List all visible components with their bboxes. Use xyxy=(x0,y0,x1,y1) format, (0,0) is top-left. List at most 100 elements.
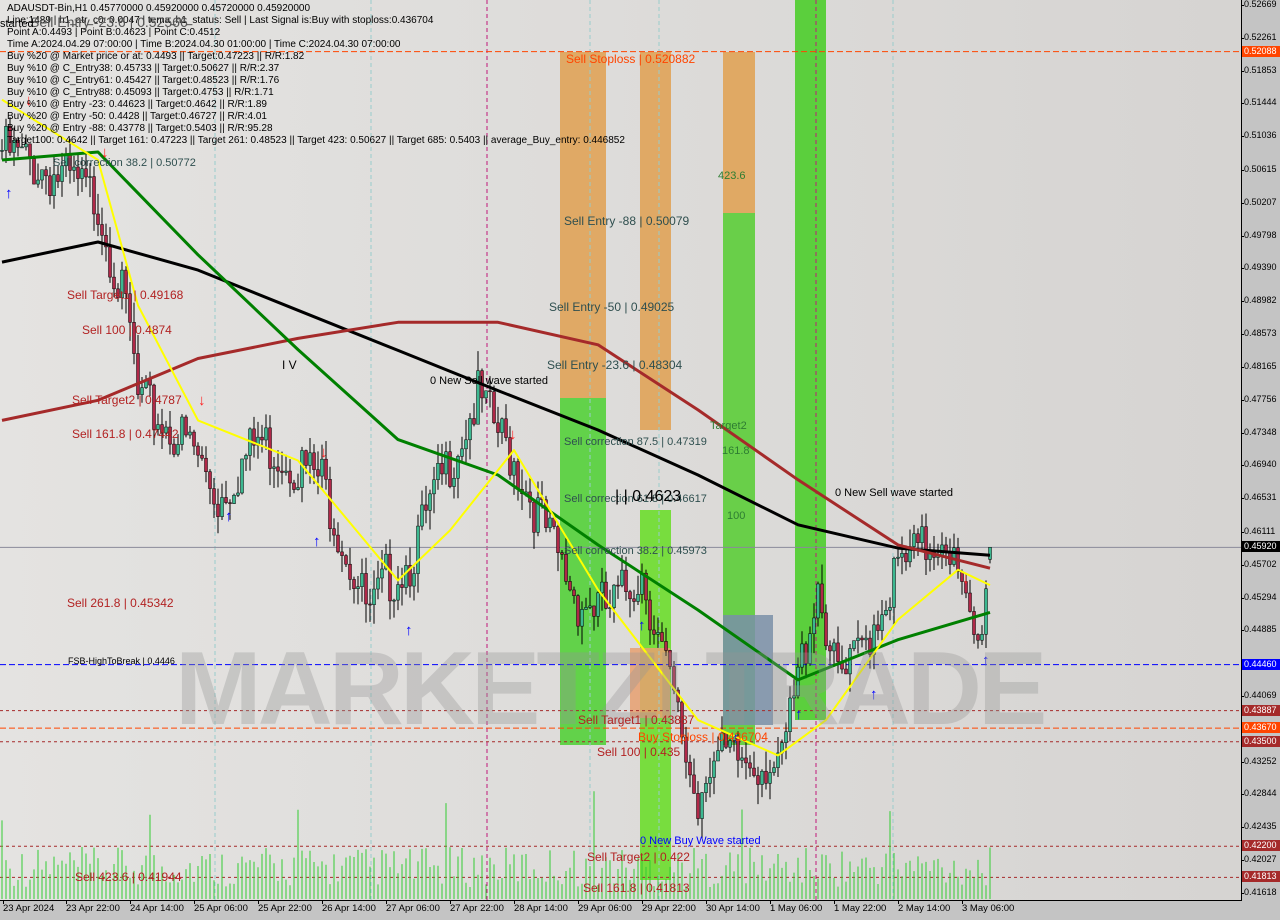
price-tick-label: 0.44069 xyxy=(1241,690,1277,701)
bearish-candle xyxy=(276,466,280,472)
bearish-candle xyxy=(304,450,308,466)
sell-arrow-icon: ↓ xyxy=(198,392,206,409)
chart-annotation-label: Sell 261.8 | 0.45342 xyxy=(67,596,174,610)
bearish-candle xyxy=(532,501,536,533)
bullish-candle xyxy=(404,565,408,588)
price-axis[interactable]: 0.52669 0.52261 0.51853 0.51444 0.51036 0.506… xyxy=(1240,0,1280,900)
indicator-info-line: Time A:2024.04.29 07:00:00 | Time B:2024… xyxy=(7,39,401,50)
price-tick-label: 0.49798 xyxy=(1241,229,1277,240)
bearish-candle xyxy=(364,573,368,605)
bullish-candle xyxy=(772,767,776,773)
bullish-candle xyxy=(988,547,992,560)
chart-annotation-label: 423.6 xyxy=(718,170,746,182)
bearish-candle xyxy=(748,762,752,769)
bearish-candle xyxy=(820,583,824,614)
bullish-candle xyxy=(52,174,56,196)
bullish-candle xyxy=(40,169,44,181)
buy-arrow-icon: ↑ xyxy=(225,508,233,525)
bullish-candle xyxy=(220,497,224,517)
bearish-candle xyxy=(696,793,700,819)
price-tick-label: 0.42435 xyxy=(1241,821,1277,832)
time-tick-label: 1 May 06:00 xyxy=(770,900,823,914)
bearish-candle xyxy=(604,581,608,609)
time-tick-label: 26 Apr 14:00 xyxy=(322,900,376,914)
price-tick-label: 0.47348 xyxy=(1241,426,1277,437)
bullish-candle xyxy=(20,146,24,149)
bullish-candle xyxy=(88,176,92,178)
bearish-candle xyxy=(744,757,748,764)
bearish-candle xyxy=(324,458,328,480)
bullish-candle xyxy=(716,750,720,762)
bearish-candle xyxy=(504,418,508,438)
time-tick-label: 25 Apr 06:00 xyxy=(194,900,248,914)
bullish-candle xyxy=(896,556,900,559)
bullish-candle xyxy=(356,586,360,589)
bearish-candle xyxy=(624,569,628,592)
price-tick-label: 0.45294 xyxy=(1241,591,1277,602)
bearish-candle xyxy=(312,452,316,470)
chart-annotation-label: Sell Target1 | 0.49168 xyxy=(67,288,184,302)
bearish-candle xyxy=(152,384,156,430)
bullish-candle xyxy=(768,772,772,784)
chart-annotation-label: Sell correction 38.2 | 0.50772 xyxy=(53,157,196,169)
bearish-candle xyxy=(572,589,576,596)
chart-annotation-label: Sell 100 | 0.4874 xyxy=(82,323,172,337)
bearish-candle xyxy=(424,504,428,511)
bearish-candle xyxy=(968,592,972,612)
time-tick-label: 23 Apr 2024 xyxy=(3,900,55,914)
price-tick-label: 0.41618 xyxy=(1241,887,1277,897)
bearish-candle xyxy=(904,553,908,563)
bullish-candle xyxy=(548,517,552,528)
bullish-candle xyxy=(296,487,300,490)
bullish-candle xyxy=(436,463,440,480)
bearish-candle xyxy=(228,502,232,504)
bearish-candle xyxy=(752,767,756,776)
time-tick-label: 25 Apr 22:00 xyxy=(258,900,312,914)
time-tick-label: 3 May 06:00 xyxy=(962,900,1015,914)
chart-annotation-label: Sell Target1 | 0.43887 xyxy=(578,713,695,727)
bullish-candle xyxy=(232,494,236,504)
bearish-candle xyxy=(280,470,284,473)
time-tick-label: 27 Apr 06:00 xyxy=(386,900,440,914)
bullish-candle xyxy=(700,792,704,819)
chart-plot-area[interactable]: ↑ ↑ ↑ ↑ ↑ ↑ ↑ ↑ ↑ ↓ ↓ ↓ ↓ ↓ ↓ MARKETZI TRADE ADAUSDT-B… xyxy=(0,0,1242,901)
price-tick-label: 0.43252 xyxy=(1241,755,1277,766)
bearish-candle xyxy=(224,497,228,503)
chart-annotation-label: Sell Entry -88 | 0.50079 xyxy=(564,214,690,228)
bullish-candle xyxy=(484,390,488,399)
chart-annotation-label: 100 xyxy=(727,510,746,522)
bullish-candle xyxy=(920,526,924,543)
bearish-candle xyxy=(332,528,336,536)
price-level-label: 0.41813 xyxy=(1242,871,1280,883)
time-tick-label: 29 Apr 22:00 xyxy=(642,900,696,914)
bullish-candle xyxy=(244,455,248,460)
bullish-candle xyxy=(36,179,40,185)
time-tick-label: 29 Apr 06:00 xyxy=(578,900,632,914)
bearish-candle xyxy=(592,605,596,617)
bullish-candle xyxy=(612,584,616,608)
chart-annotation-label: Sell correction 87.5 | 0.47319 xyxy=(564,436,707,448)
time-tick-label: 28 Apr 14:00 xyxy=(514,900,568,914)
bullish-candle xyxy=(884,609,888,616)
bullish-candle xyxy=(236,492,240,496)
bullish-candle xyxy=(416,525,420,574)
bullish-candle xyxy=(284,470,288,473)
price-tick-label: 0.47756 xyxy=(1241,393,1277,404)
chart-annotation-label: Sell Entry -23.6 | 0.48304 xyxy=(547,358,683,372)
bearish-candle xyxy=(348,563,352,580)
bearish-candle xyxy=(200,454,204,459)
indicator-info-line: Buy %20 @ Entry -50: 0.4428 || Target:0.… xyxy=(7,111,267,122)
chart-annotation-label: 0 New Buy Wave started xyxy=(640,835,761,847)
indicator-info-line: Buy %20 @ Entry -88: 0.43778 || Target:0… xyxy=(7,123,273,134)
bearish-candle xyxy=(692,774,696,794)
bearish-candle xyxy=(488,390,492,393)
chart-annotation-label: Sell 161.8 | 0.47442 xyxy=(72,427,179,441)
time-axis[interactable]: 23 Apr 2024 23 Apr 22:00 24 Apr 14:00 25 Ap… xyxy=(0,900,1241,920)
bearish-candle xyxy=(84,168,88,178)
bullish-candle xyxy=(420,504,424,527)
bullish-candle xyxy=(372,588,376,605)
bullish-candle xyxy=(892,558,896,608)
bearish-candle xyxy=(216,503,220,517)
chart-annotation-label: Sell 100 | 0.435 xyxy=(597,745,681,759)
buy-arrow-icon: ↑ xyxy=(5,185,13,202)
